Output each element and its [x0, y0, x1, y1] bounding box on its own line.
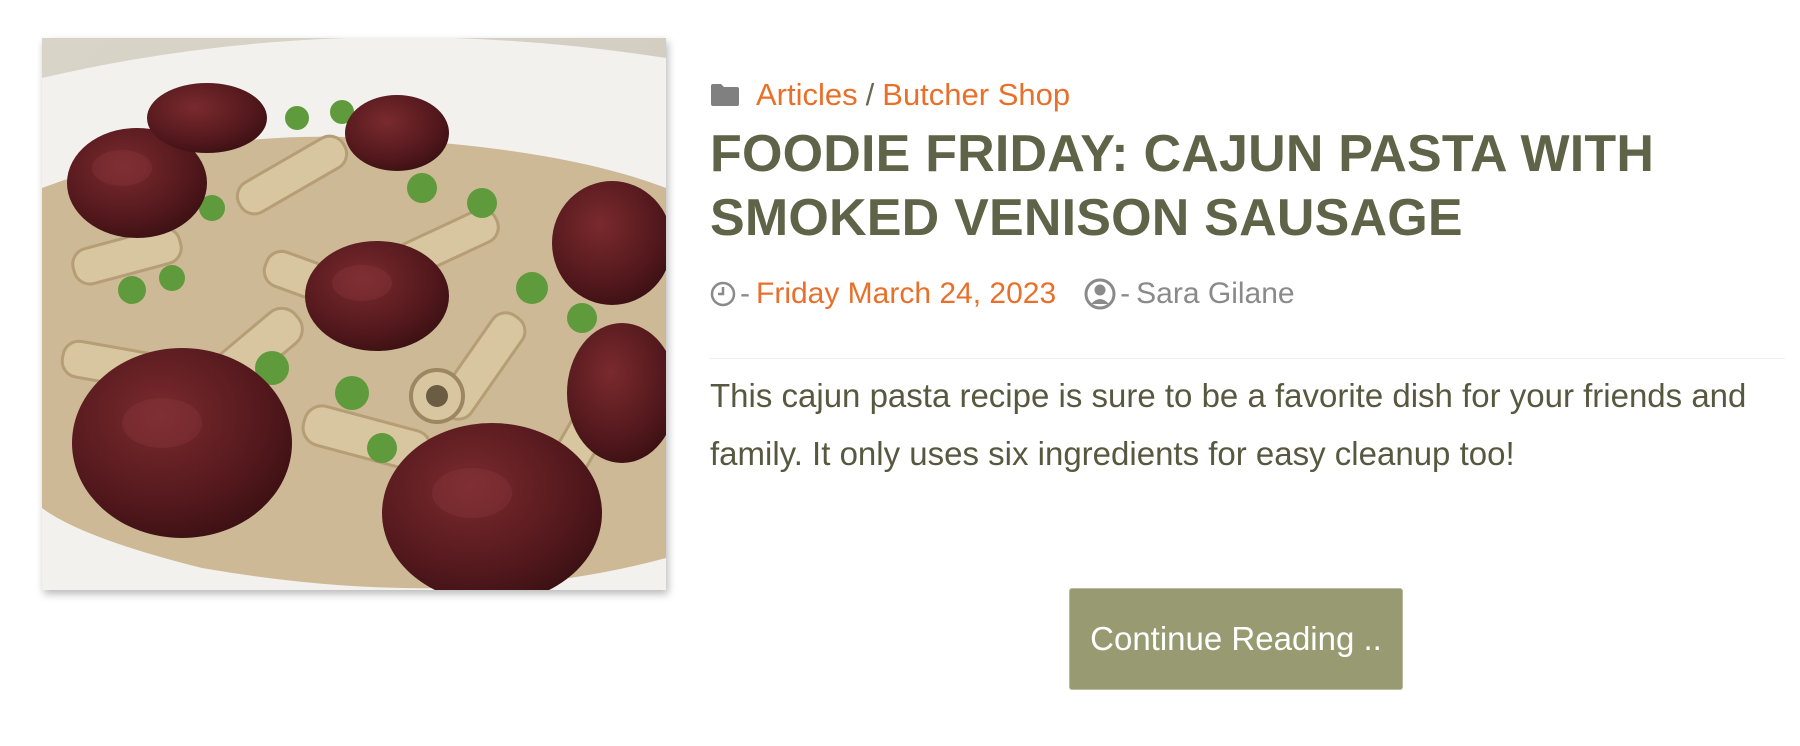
- food-photo: [42, 38, 666, 590]
- author-prefix: -: [1120, 277, 1131, 310]
- continue-reading-button[interactable]: Continue Reading ..: [1069, 588, 1403, 690]
- post-excerpt: This cajun pasta recipe is sure to be a …: [710, 377, 1747, 472]
- post-meta: - Friday March 24, 2023 - Sara Gilane: [710, 270, 1780, 318]
- category-link-butcher-shop[interactable]: Butcher Shop: [882, 70, 1070, 120]
- divider: [710, 358, 1785, 359]
- user-circle-icon: [1084, 278, 1116, 310]
- post-title[interactable]: FOODIE FRIDAY: CAJUN PASTA WITH SMOKED V…: [710, 122, 1780, 250]
- post-content: Articles / Butcher Shop FOODIE FRIDAY: C…: [710, 70, 1785, 483]
- clock-icon: [710, 281, 736, 307]
- category-separator: /: [865, 77, 875, 112]
- post-author: Sara Gilane: [1136, 277, 1295, 310]
- post-date-link[interactable]: Friday March 24, 2023: [756, 277, 1056, 311]
- folder-icon: [711, 84, 739, 106]
- post-thumbnail[interactable]: [42, 38, 666, 590]
- blog-post-card: Articles / Butcher Shop FOODIE FRIDAY: C…: [0, 0, 1800, 746]
- date-prefix: -: [740, 277, 750, 310]
- post-categories: Articles / Butcher Shop: [710, 70, 1780, 120]
- category-link-articles[interactable]: Articles: [756, 70, 858, 120]
